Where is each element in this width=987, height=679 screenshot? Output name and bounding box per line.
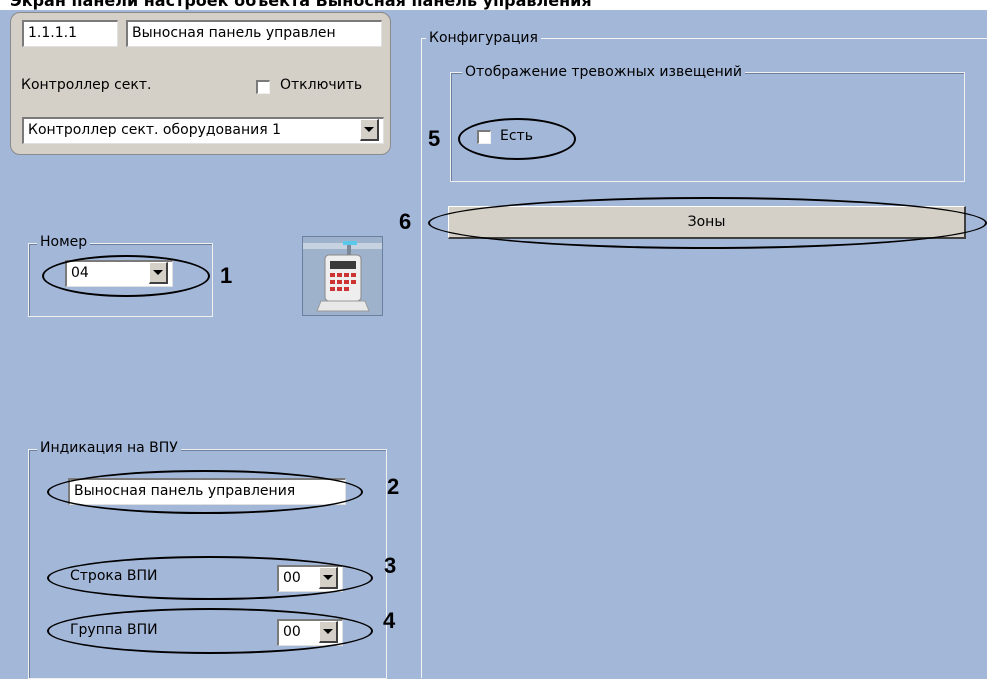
disable-checkbox[interactable] — [256, 80, 270, 94]
keypad-device-image — [302, 236, 383, 316]
callout-number-3: 3 — [384, 553, 397, 578]
controller-dropdown-button[interactable] — [360, 119, 379, 141]
cut-caption: Экран панели настроек объекта Выносная п… — [0, 0, 987, 10]
callout-number-1: 1 — [220, 263, 233, 288]
callout-ellipse-1 — [42, 255, 210, 297]
number-group-legend: Номер — [37, 234, 91, 250]
controller-select[interactable]: Контроллер сект. оборудования 1 — [22, 117, 384, 144]
disable-label: Отключить — [280, 77, 363, 93]
callout-ellipse-6 — [428, 197, 987, 249]
keypad-device-icon — [303, 237, 382, 315]
callout-number-5: 5 — [428, 126, 441, 151]
cut-caption-text: Экран панели настроек объекта Выносная п… — [10, 0, 592, 10]
object-id-field[interactable]: 1.1.1.1 — [22, 20, 118, 47]
object-name-field[interactable]: Выносная панель управлен — [126, 20, 382, 47]
callout-ellipse-3 — [47, 556, 373, 600]
callout-ellipse-4 — [47, 608, 373, 654]
callout-number-2: 2 — [387, 474, 400, 499]
indication-group-legend: Индикация на ВПУ — [37, 440, 181, 456]
config-group-legend: Конфигурация — [426, 30, 541, 46]
alarm-group-legend: Отображение тревожных извещений — [462, 64, 745, 80]
controller-select-value: Контроллер сект. оборудования 1 — [28, 122, 281, 138]
chevron-down-icon — [364, 127, 374, 132]
callout-number-4: 4 — [383, 608, 396, 633]
object-type-label: Контроллер сект. — [21, 77, 152, 93]
callout-number-6: 6 — [399, 209, 412, 234]
config-divider-line — [421, 38, 422, 678]
callout-ellipse-2 — [47, 470, 363, 514]
callout-ellipse-5 — [458, 118, 576, 160]
